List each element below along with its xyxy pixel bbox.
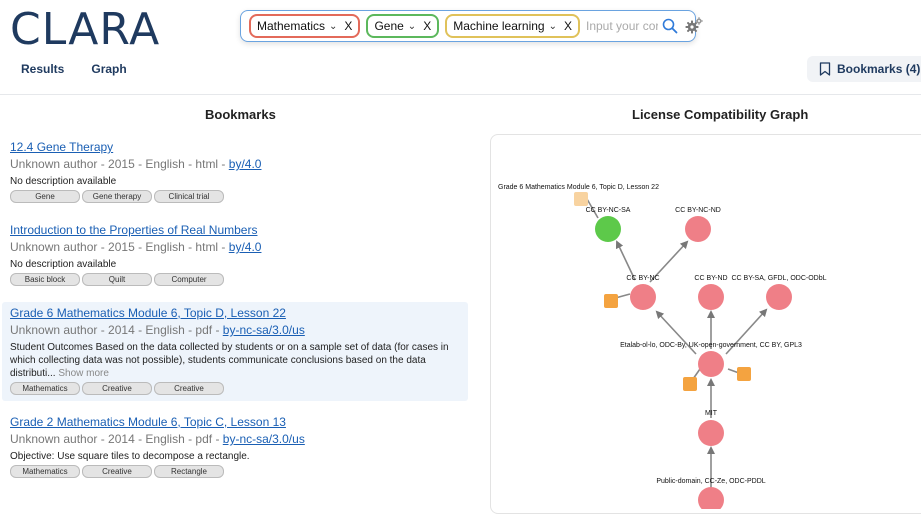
graph-doc-node[interactable] [574, 192, 588, 206]
tag[interactable]: Creative [82, 465, 152, 478]
tag-list: Basic block Quilt Computer [10, 273, 460, 286]
graph-doc-node[interactable] [737, 367, 751, 381]
license-link[interactable]: by/4.0 [229, 157, 262, 171]
bookmark-description: Student Outcomes Based on the data colle… [10, 341, 460, 380]
bookmarks-button-label: Bookmarks (4) [837, 62, 921, 76]
tag[interactable]: Gene [10, 190, 80, 203]
bookmark-list: 12.4 Gene Therapy Unknown author - 2015 … [2, 136, 468, 494]
graph-label-cc-by: Etalab-ol-lo, ODC-By, UK-open-government… [620, 342, 802, 349]
graph-heading: License Compatibility Graph [632, 107, 809, 122]
bookmark-meta: Unknown author - 2015 - English - html -… [10, 240, 460, 254]
bookmark-title-link[interactable]: Introduction to the Properties of Real N… [10, 223, 460, 237]
graph-label-cc-by-nc-sa: CC BY-NC-SA [586, 207, 631, 214]
graph-node-cc-by-nc[interactable] [630, 284, 656, 310]
list-item: Grade 6 Mathematics Module 6, Topic D, L… [2, 302, 468, 401]
chevron-down-icon[interactable]: ⌄ [329, 21, 337, 32]
list-item: Grade 2 Mathematics Module 6, Topic C, L… [2, 411, 468, 484]
graph-doc-node[interactable] [683, 377, 697, 391]
graph-label-doc: Grade 6 Mathematics Module 6, Topic D, L… [498, 184, 659, 191]
chevron-down-icon[interactable]: ⌄ [549, 21, 557, 32]
search-icon[interactable] [662, 17, 678, 35]
tag[interactable]: Gene therapy [82, 190, 152, 203]
tab-results[interactable]: Results [21, 62, 64, 76]
tag[interactable]: Mathematics [10, 465, 80, 478]
list-item: 12.4 Gene Therapy Unknown author - 2015 … [2, 136, 468, 209]
chip-remove-button[interactable]: X [344, 19, 352, 33]
graph-node-mit[interactable] [698, 420, 724, 446]
license-link[interactable]: by/4.0 [229, 240, 262, 254]
chip-label: Machine learning [453, 19, 545, 33]
chevron-down-icon[interactable]: ⌄ [408, 21, 416, 32]
show-more-link[interactable]: Show more [58, 368, 109, 379]
chip-remove-button[interactable]: X [564, 19, 572, 33]
graph-node-public-domain[interactable] [698, 487, 724, 509]
bookmark-description: No description available [10, 176, 117, 187]
chip-remove-button[interactable]: X [423, 19, 431, 33]
tag[interactable]: Creative [154, 382, 224, 395]
bookmark-icon [819, 62, 831, 76]
tag[interactable]: Rectangle [154, 465, 224, 478]
filter-chip-mathematics[interactable]: Mathematics ⌄ X [249, 14, 361, 38]
chip-label: Mathematics [257, 19, 326, 33]
graph-label-cc-by-sa: CC BY-SA, GFDL, ODC-ODbL [731, 275, 826, 282]
bookmark-title-link[interactable]: Grade 6 Mathematics Module 6, Topic D, L… [10, 306, 460, 320]
tag-list: Mathematics Creative Creative [10, 382, 460, 395]
header-divider [0, 94, 921, 95]
tag[interactable]: Clinical trial [154, 190, 224, 203]
meta-text: Unknown author - 2014 - English - pdf - [10, 432, 223, 446]
graph-label-cc-by-nc-nd: CC BY-NC-ND [675, 207, 721, 214]
search-bar[interactable]: Mathematics ⌄ X Gene ⌄ X Machine learnin… [240, 10, 703, 42]
filter-chip-gene[interactable]: Gene ⌄ X [366, 14, 440, 38]
graph-label-mit: MIT [705, 410, 718, 417]
gear-icon[interactable] [684, 16, 704, 36]
tab-graph[interactable]: Graph [91, 62, 126, 76]
tag[interactable]: Computer [154, 273, 224, 286]
chip-label: Gene [374, 19, 404, 33]
graph-node-cc-by-nc-nd[interactable] [685, 216, 711, 242]
bookmarks-heading: Bookmarks [205, 107, 276, 122]
bookmarks-button[interactable]: Bookmarks (4) [807, 56, 921, 82]
graph-doc-node[interactable] [604, 294, 618, 308]
bookmark-description: No description available [10, 259, 117, 270]
license-link[interactable]: by-nc-sa/3.0/us [223, 323, 305, 337]
meta-text: Unknown author - 2014 - English - pdf - [10, 323, 223, 337]
graph-label-cc-by-nd: CC BY-ND [694, 275, 727, 282]
meta-text: Unknown author - 2015 - English - html - [10, 240, 229, 254]
bookmark-meta: Unknown author - 2015 - English - html -… [10, 157, 460, 171]
tag[interactable]: Basic block [10, 273, 80, 286]
graph-node-cc-by-sa[interactable] [766, 284, 792, 310]
graph-node-cc-by-nd[interactable] [698, 284, 724, 310]
graph-label-cc-by-nc: CC BY-NC [626, 275, 659, 282]
tag-list: Mathematics Creative Rectangle [10, 465, 460, 478]
meta-text: Unknown author - 2015 - English - html - [10, 157, 229, 171]
bookmark-description: Objective: Use square tiles to decompose… [10, 451, 250, 462]
nav-tabs: Results Graph [21, 62, 127, 76]
filter-chip-machine-learning[interactable]: Machine learning ⌄ X [445, 14, 580, 38]
search-input[interactable] [586, 19, 658, 33]
graph-node-cc-by[interactable] [698, 351, 724, 377]
app-logo[interactable]: CLARA [10, 4, 160, 55]
bookmark-title-link[interactable]: Grade 2 Mathematics Module 6, Topic C, L… [10, 415, 460, 429]
tag[interactable]: Creative [82, 382, 152, 395]
list-item: Introduction to the Properties of Real N… [2, 219, 468, 292]
bookmark-title-link[interactable]: 12.4 Gene Therapy [10, 140, 460, 154]
tag-list: Gene Gene therapy Clinical trial [10, 190, 460, 203]
bookmark-meta: Unknown author - 2014 - English - pdf - … [10, 432, 460, 446]
license-link[interactable]: by-nc-sa/3.0/us [223, 432, 305, 446]
graph-label-public-domain: Public-domain, CC-Ze, ODC-PDDL [656, 478, 765, 485]
tag[interactable]: Quilt [82, 273, 152, 286]
tag[interactable]: Mathematics [10, 382, 80, 395]
bookmark-meta: Unknown author - 2014 - English - pdf - … [10, 323, 460, 337]
graph-node-cc-by-nc-sa[interactable] [595, 216, 621, 242]
license-graph[interactable]: Grade 6 Mathematics Module 6, Topic D, L… [490, 134, 921, 509]
